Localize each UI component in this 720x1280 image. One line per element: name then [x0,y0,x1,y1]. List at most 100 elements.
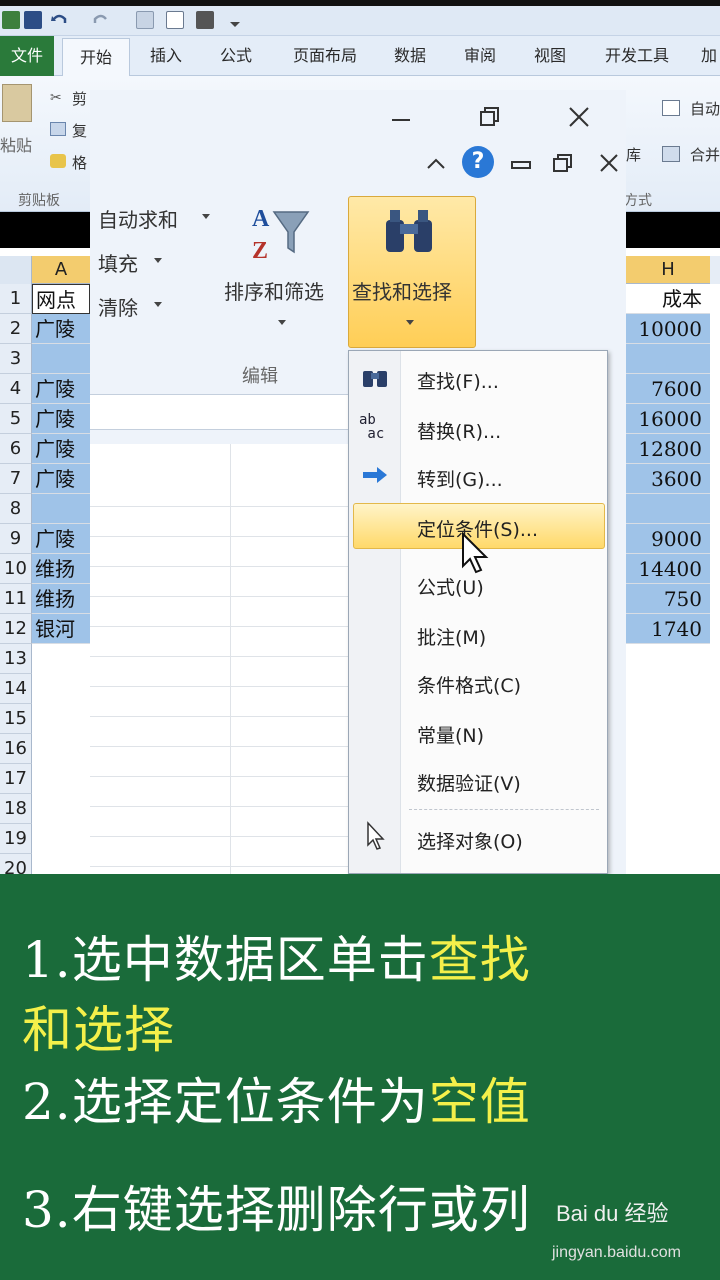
format-painter-icon[interactable] [136,11,154,29]
row-header[interactable]: 11 [0,584,32,614]
cell-h[interactable]: 10000 [626,314,710,344]
tab-developer[interactable]: 开发工具 [592,36,682,76]
tab-file[interactable]: 文件 [0,36,54,76]
clear-button[interactable]: 清除 [98,292,138,321]
cell-h[interactable] [626,494,710,524]
cell-a[interactable]: 网点 [32,284,90,314]
camera-icon[interactable] [196,11,214,29]
menu-item-comments[interactable]: 批注(M) [417,623,486,650]
tab-insert[interactable]: 插入 [136,36,196,76]
cell-a[interactable] [32,494,90,524]
column-header-a[interactable]: A [32,256,90,284]
row-header[interactable]: 19 [0,824,32,854]
autosum-button[interactable]: 自动求和 [98,204,178,233]
zoomed-grid[interactable] [90,444,350,927]
format-painter-brush-icon[interactable] [50,154,66,168]
menu-item-conditional-format[interactable]: 条件格式(C) [417,671,521,698]
doc-close-icon[interactable] [596,150,622,176]
fill-button[interactable]: 填充 [98,248,138,277]
row-header[interactable]: 3 [0,344,32,374]
cell-a[interactable]: 广陵 [32,434,90,464]
menu-item-find[interactable]: 查找(F)... [417,367,499,394]
help-icon[interactable]: ? [462,146,494,178]
row-header[interactable]: 9 [0,524,32,554]
format-painter-label[interactable]: 格 [72,152,87,173]
cell-h[interactable]: 750 [626,584,710,614]
menu-item-formulas[interactable]: 公式(U) [417,573,484,600]
row-header[interactable]: 12 [0,614,32,644]
tab-home[interactable]: 开始 [62,38,130,77]
row-header[interactable]: 6 [0,434,32,464]
row-header[interactable]: 13 [0,644,32,674]
merge-icon[interactable] [662,146,680,162]
collapse-ribbon-icon[interactable] [424,152,448,176]
row-header[interactable]: 2 [0,314,32,344]
cell-h[interactable]: 9000 [626,524,710,554]
autosum-dropdown-icon[interactable] [200,210,212,222]
fill-dropdown-icon[interactable] [152,254,164,266]
tab-more[interactable]: 加 [698,36,720,76]
row-header[interactable]: 15 [0,704,32,734]
restore-icon[interactable] [476,104,502,130]
cell-h[interactable]: 7600 [626,374,710,404]
cell-a[interactable]: 广陵 [32,524,90,554]
menu-item-select-objects[interactable]: 选择对象(O) [417,827,523,854]
merge-label[interactable]: 合并 [690,144,720,165]
sort-filter-button[interactable]: 排序和筛选 [224,276,324,305]
doc-restore-icon[interactable] [550,150,576,176]
print-preview-icon[interactable] [166,11,184,29]
menu-item-goto[interactable]: 转到(G)... [417,465,503,492]
cell-h[interactable]: 3600 [626,464,710,494]
cut-icon[interactable]: ✂ [50,90,64,106]
cell-h[interactable]: 16000 [626,404,710,434]
formula-bar[interactable] [90,394,348,430]
cell-a[interactable] [32,344,90,374]
cell-h[interactable] [626,344,710,374]
tab-data[interactable]: 数据 [382,36,438,76]
row-header[interactable]: 14 [0,674,32,704]
minimize-icon[interactable] [388,106,414,132]
tab-review[interactable]: 审阅 [452,36,508,76]
copy-label[interactable]: 复 [72,120,87,141]
cell-a[interactable]: 广陵 [32,464,90,494]
close-icon[interactable] [566,104,592,130]
cell-h[interactable]: 成本 [626,284,710,314]
cell-a[interactable]: 维扬 [32,584,90,614]
sort-filter-icon[interactable]: A Z [250,200,310,264]
cell-a[interactable]: 银河 [32,614,90,644]
row-header[interactable]: 18 [0,794,32,824]
redo-icon[interactable] [92,11,110,29]
cell-h[interactable]: 12800 [626,434,710,464]
tab-view[interactable]: 视图 [522,36,578,76]
cell-a[interactable]: 广陵 [32,404,90,434]
row-header[interactable]: 4 [0,374,32,404]
doc-minimize-icon[interactable] [508,152,534,176]
row-header[interactable]: 10 [0,554,32,584]
wrap-text-icon[interactable] [662,100,680,116]
cell-h[interactable]: 14400 [626,554,710,584]
column-header-h[interactable]: H [626,256,710,284]
clear-dropdown-icon[interactable] [152,298,164,310]
sort-filter-dropdown-icon[interactable] [276,316,288,328]
row-header[interactable]: 17 [0,764,32,794]
paste-label[interactable]: 粘贴 [0,132,32,156]
find-select-dropdown-icon[interactable] [404,316,416,328]
row-header[interactable]: 5 [0,404,32,434]
column-header-i[interactable] [710,256,720,284]
row-header[interactable]: 16 [0,734,32,764]
cell-a[interactable]: 广陵 [32,314,90,344]
row-header[interactable]: 7 [0,464,32,494]
menu-item-replace[interactable]: 替换(R)... [417,417,501,444]
paste-icon[interactable] [2,84,32,122]
select-all-corner[interactable] [0,256,32,284]
menu-item-data-validation[interactable]: 数据验证(V) [417,769,521,796]
wrap-text-label[interactable]: 自动 [690,98,720,119]
cell-a[interactable]: 维扬 [32,554,90,584]
undo-icon[interactable] [50,11,68,29]
cell-a[interactable]: 广陵 [32,374,90,404]
save-icon[interactable] [24,11,42,29]
cut-label[interactable]: 剪 [72,88,87,109]
copy-icon[interactable] [50,122,66,136]
customize-toolbar-icon[interactable] [226,11,244,29]
tab-page-layout[interactable]: 页面布局 [280,36,370,76]
